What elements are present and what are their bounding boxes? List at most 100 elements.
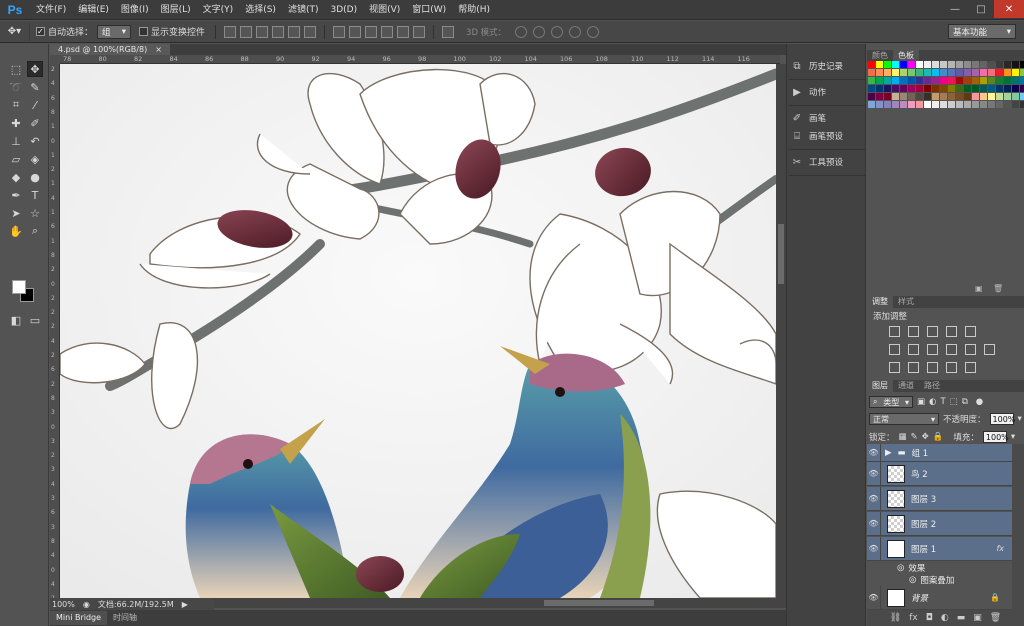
color-swatch[interactable] <box>924 77 931 84</box>
auto-select-dropdown[interactable]: 组 ▾ <box>97 24 132 39</box>
color-swatch[interactable] <box>940 101 947 108</box>
lock-image-icon[interactable]: ✎ <box>911 432 918 442</box>
tab-mini-bridge[interactable]: Mini Bridge <box>50 611 108 625</box>
exposure-icon[interactable] <box>946 326 957 337</box>
color-swatch[interactable] <box>916 77 923 84</box>
color-swatch[interactable] <box>948 93 955 100</box>
color-swatch[interactable] <box>980 85 987 92</box>
align-top-icon[interactable] <box>224 25 237 38</box>
posterize-icon[interactable] <box>908 362 919 373</box>
blur-tool-icon[interactable]: ◆ <box>8 169 24 185</box>
shape-tool-icon[interactable]: ☆ <box>27 205 43 221</box>
layer-row[interactable]: 👁 图层 1 fx <box>867 536 1012 561</box>
menu-item[interactable]: 视图(V) <box>363 0 406 20</box>
menu-item[interactable]: 图层(L) <box>155 0 197 20</box>
layer-row-background[interactable]: 👁 背景 🔒 <box>867 585 1012 610</box>
hand-tool-icon[interactable]: ✋ <box>8 223 24 239</box>
color-swatch[interactable] <box>1020 101 1024 108</box>
color-swatch[interactable] <box>956 77 963 84</box>
color-swatch[interactable] <box>964 93 971 100</box>
color-swatch[interactable] <box>996 93 1003 100</box>
color-swatch[interactable] <box>988 77 995 84</box>
color-swatch[interactable] <box>964 77 971 84</box>
eye-icon[interactable]: 👁 <box>867 443 881 462</box>
color-balance-icon[interactable] <box>908 344 919 355</box>
color-swatch[interactable] <box>996 77 1003 84</box>
color-swatch[interactable] <box>900 77 907 84</box>
add-mask-icon[interactable]: ◘ <box>926 613 933 623</box>
color-swatch[interactable] <box>884 101 891 108</box>
menu-item[interactable]: 文字(Y) <box>197 0 240 20</box>
canvas-vertical-scrollbar[interactable] <box>776 64 786 598</box>
gradient-map-icon[interactable] <box>965 362 976 373</box>
color-swatch[interactable] <box>940 61 947 68</box>
menu-item[interactable]: 选择(S) <box>239 0 282 20</box>
color-swatch[interactable] <box>900 85 907 92</box>
layer-filter-dropdown[interactable]: ⌕ 类型 ▾ <box>869 396 913 408</box>
color-swatch[interactable] <box>1020 85 1024 92</box>
eye-icon[interactable]: 👁 <box>867 511 881 536</box>
color-swatch[interactable] <box>916 101 923 108</box>
color-swatch[interactable] <box>1012 93 1019 100</box>
lock-position-icon[interactable]: ✥ <box>922 432 929 442</box>
menu-item[interactable]: 窗口(W) <box>406 0 452 20</box>
fx-icon[interactable]: fx <box>996 544 1004 553</box>
color-swatch[interactable] <box>956 61 963 68</box>
color-swatch[interactable] <box>972 93 979 100</box>
new-adjustment-icon[interactable]: ◐ <box>941 613 949 623</box>
document-canvas[interactable] <box>60 64 776 598</box>
color-swatch[interactable] <box>1004 85 1011 92</box>
quick-select-tool-icon[interactable]: ✎ <box>27 79 43 95</box>
color-swatch[interactable] <box>1012 101 1019 108</box>
rotate-3d-icon[interactable] <box>515 25 528 38</box>
eraser-tool-icon[interactable]: ▱ <box>8 151 24 167</box>
marquee-tool-icon[interactable]: ⬚ <box>8 61 24 77</box>
color-swatch[interactable] <box>876 93 883 100</box>
clone-stamp-tool-icon[interactable]: ⊥ <box>8 133 24 149</box>
canvas-horizontal-scrollbar[interactable] <box>214 598 786 608</box>
distribute-right-icon[interactable] <box>413 25 426 38</box>
vibrance-icon[interactable] <box>965 326 976 337</box>
color-swatch[interactable] <box>876 77 883 84</box>
color-swatch[interactable] <box>1004 101 1011 108</box>
brightness-icon[interactable] <box>889 326 900 337</box>
levels-icon[interactable] <box>908 326 919 337</box>
color-swatch[interactable] <box>924 69 931 76</box>
new-group-icon[interactable]: ▬ <box>957 613 966 623</box>
color-swatch[interactable] <box>868 85 875 92</box>
quick-mask-icon[interactable]: ◧ <box>8 312 24 328</box>
color-swatch[interactable] <box>900 69 907 76</box>
scroll-thumb[interactable] <box>544 600 654 606</box>
color-swatch[interactable] <box>884 69 891 76</box>
filter-pixel-icon[interactable]: ▣ <box>917 397 925 407</box>
foreground-color-swatch[interactable] <box>12 280 26 294</box>
tab-paths[interactable]: 路径 <box>919 380 945 392</box>
slide-3d-icon[interactable] <box>569 25 582 38</box>
drag-3d-icon[interactable] <box>551 25 564 38</box>
color-swatch[interactable] <box>948 61 955 68</box>
invert-icon[interactable] <box>889 362 900 373</box>
new-layer-icon[interactable]: ▣ <box>973 613 982 623</box>
color-swatch[interactable] <box>868 101 875 108</box>
threshold-icon[interactable] <box>927 362 938 373</box>
tab-layers[interactable]: 图层 <box>867 380 893 392</box>
effect-item-row[interactable]: ◎ 图案叠加 <box>867 574 1012 586</box>
swatch-delete-icon[interactable]: 🗑 <box>993 284 1003 293</box>
close-button[interactable]: ✕ <box>994 0 1024 18</box>
link-layers-icon[interactable]: ⛓ <box>890 613 901 623</box>
effect-eye-icon[interactable]: ◎ <box>909 575 916 585</box>
status-menu-arrow-icon[interactable]: ▶ <box>182 600 188 609</box>
color-swatch[interactable] <box>964 69 971 76</box>
fill-arrow-icon[interactable]: ▾ <box>1011 432 1015 442</box>
paint-bucket-tool-icon[interactable]: ◈ <box>27 151 43 167</box>
tab-channels[interactable]: 通道 <box>893 380 919 392</box>
color-swatch[interactable] <box>1004 61 1011 68</box>
color-swatch[interactable] <box>988 101 995 108</box>
auto-align-icon[interactable] <box>442 25 455 38</box>
layers-scrollbar[interactable] <box>1012 444 1024 610</box>
color-swatch[interactable] <box>956 93 963 100</box>
color-swatch[interactable] <box>940 77 947 84</box>
brush-tool-icon[interactable]: ✐ <box>27 115 43 131</box>
color-swatch[interactable] <box>884 85 891 92</box>
color-swatch[interactable] <box>1012 61 1019 68</box>
